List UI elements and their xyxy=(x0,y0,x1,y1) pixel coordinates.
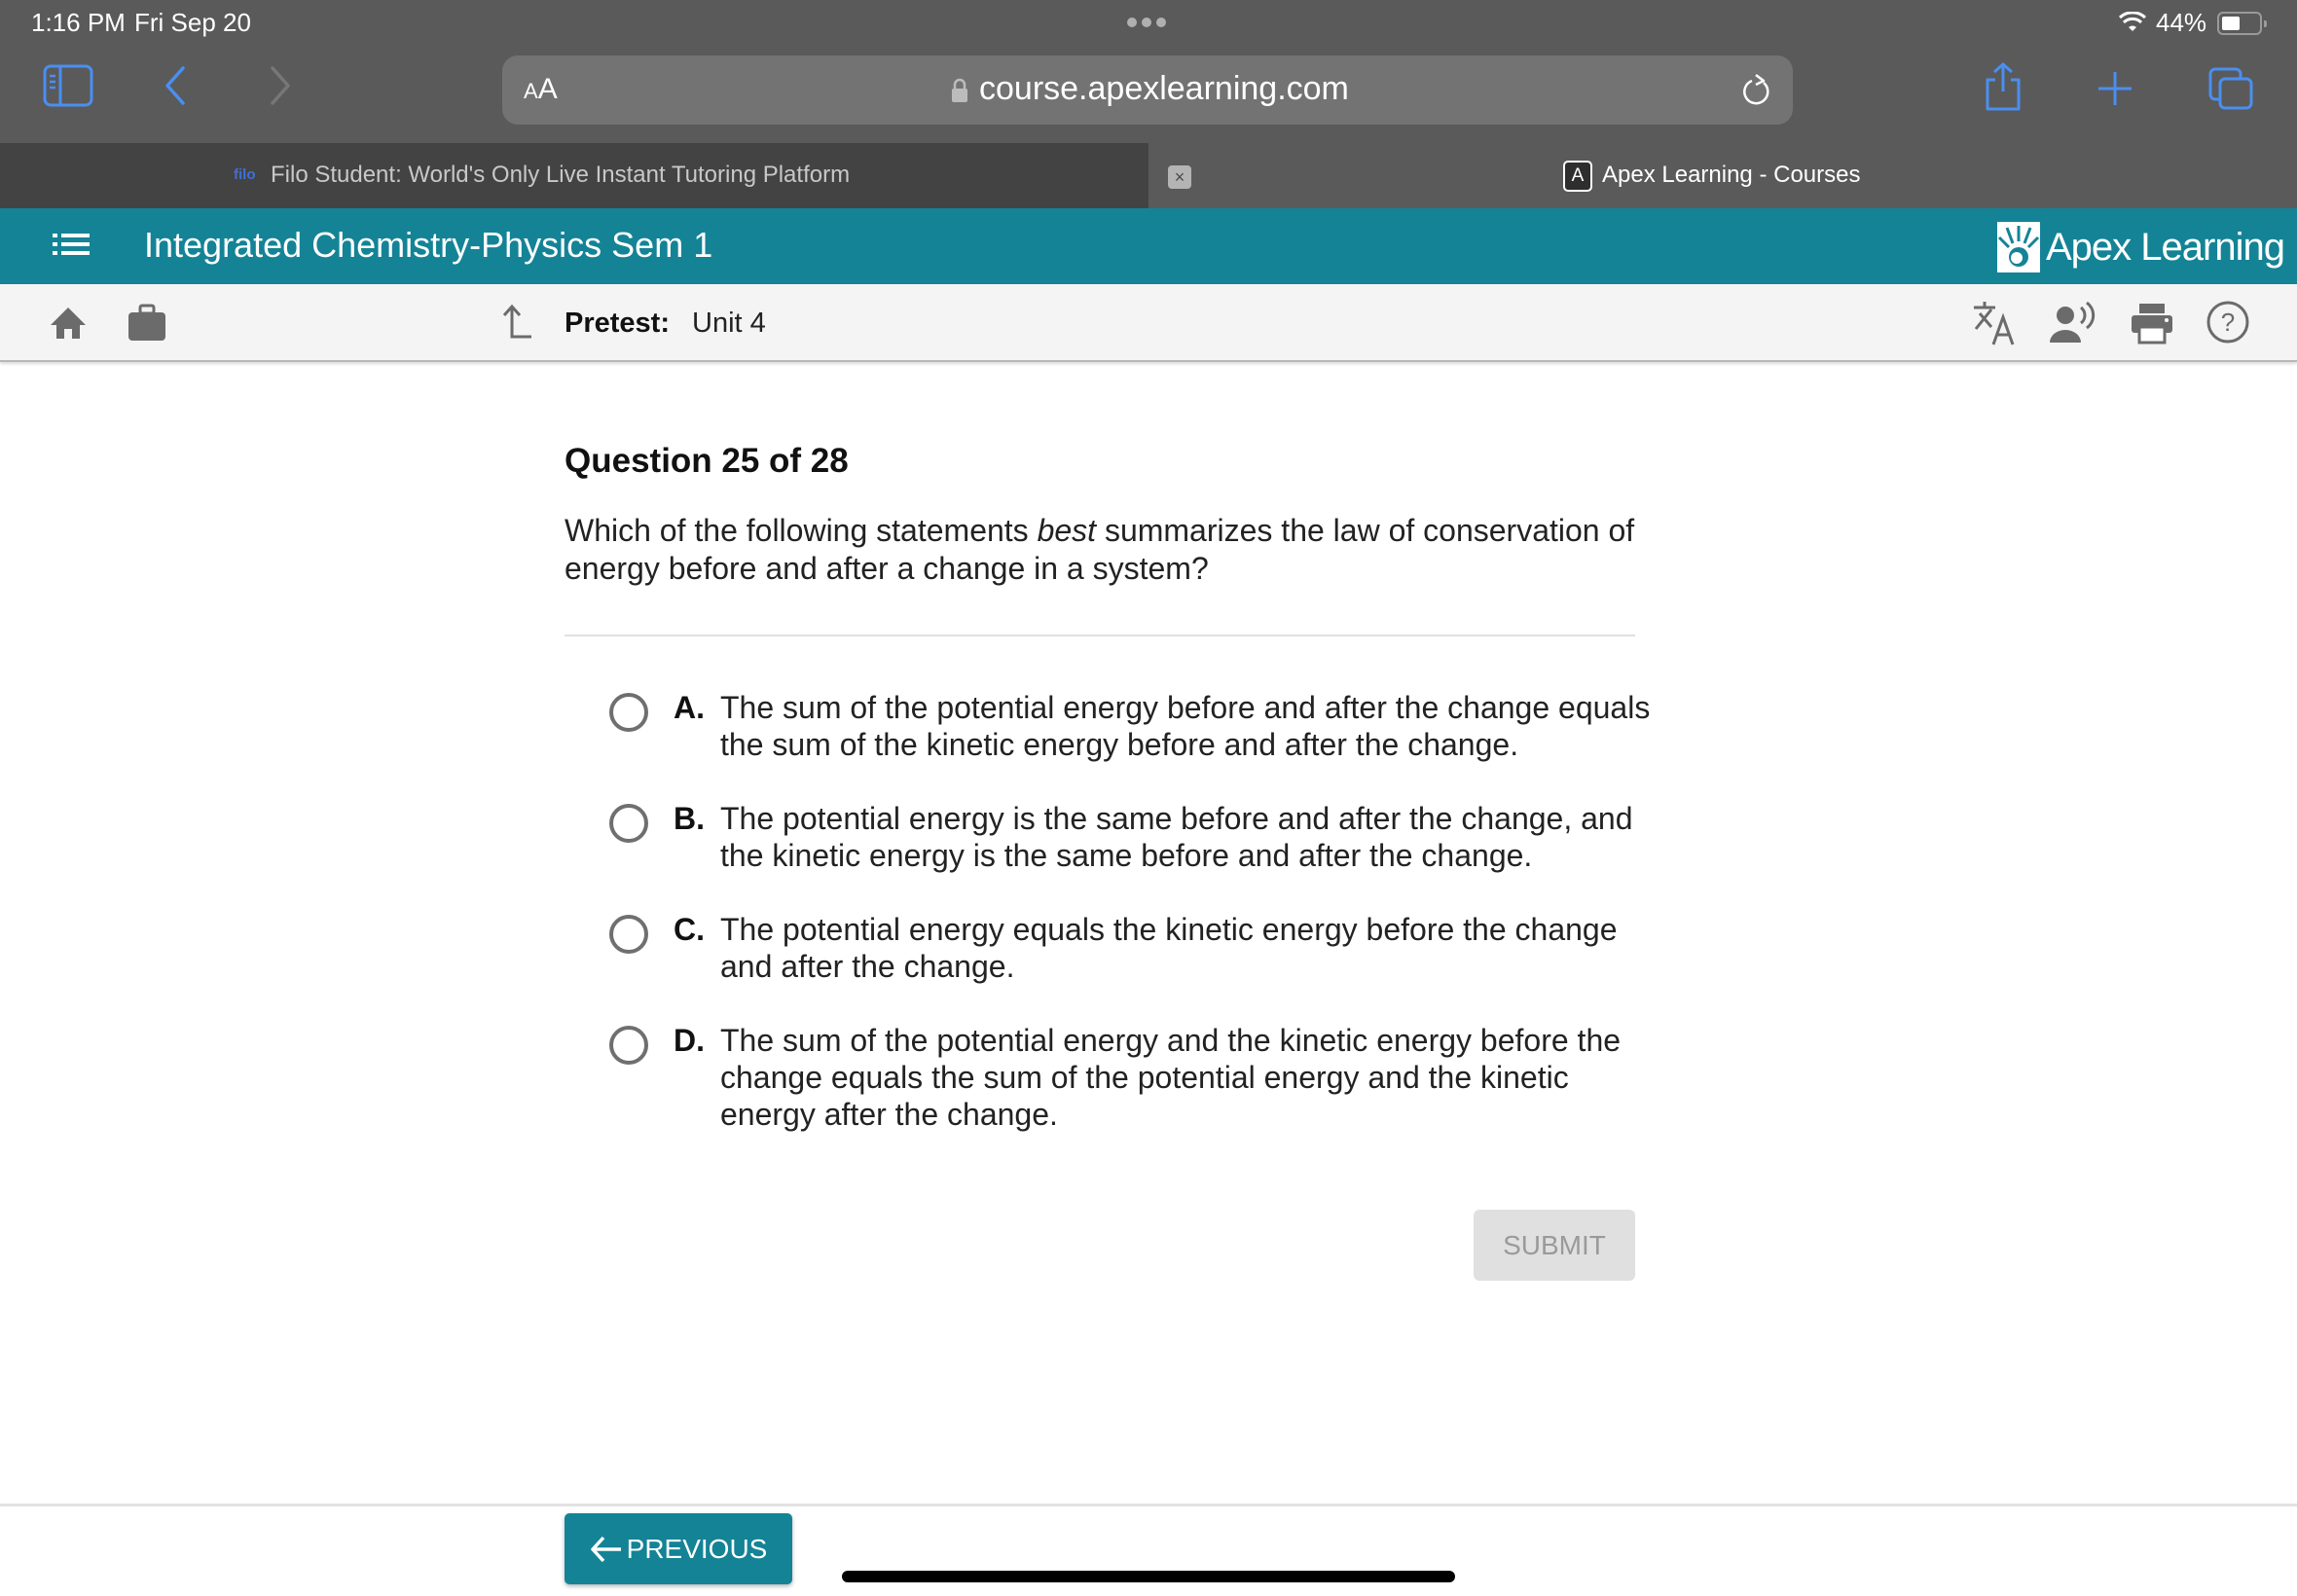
course-header: Integrated Chemistry-Physics Sem 1 Apex … xyxy=(0,208,2297,284)
lock-icon xyxy=(952,78,967,102)
home-icon[interactable] xyxy=(49,306,88,341)
option-letter: A. xyxy=(674,690,705,725)
option-text: The sum of the potential energy before a… xyxy=(720,690,1651,762)
url-text[interactable]: course.apexlearning.com xyxy=(979,70,1349,108)
battery-percent: 44% xyxy=(2156,8,2207,37)
filo-favicon-icon: filo xyxy=(234,166,256,183)
tab-title: Filo Student: World's Only Live Instant … xyxy=(271,162,851,188)
menu-list-icon[interactable] xyxy=(53,232,90,261)
briefcase-icon[interactable] xyxy=(127,304,167,343)
option-letter: C. xyxy=(674,912,705,947)
tabs-overview-icon[interactable] xyxy=(2207,66,2254,111)
previous-label: PREVIOUS xyxy=(626,1533,768,1564)
previous-button[interactable]: PREVIOUS xyxy=(565,1513,792,1584)
sidebar-icon[interactable] xyxy=(43,64,93,107)
tab-filo-student[interactable]: filo Filo Student: World's Only Live Ins… xyxy=(0,143,1148,208)
option-letter: B. xyxy=(674,801,705,836)
status-date: Fri Sep 20 xyxy=(134,8,251,37)
up-level-icon[interactable] xyxy=(500,304,533,341)
back-icon[interactable] xyxy=(164,64,189,107)
answer-option-a[interactable]: A. The sum of the potential energy befor… xyxy=(609,689,1651,763)
course-title: Integrated Chemistry-Physics Sem 1 xyxy=(144,225,713,265)
submit-button[interactable]: SUBMIT xyxy=(1474,1210,1635,1281)
option-text: The potential energy equals the kinetic … xyxy=(720,912,1618,984)
brand-name: Apex Learning xyxy=(2046,225,2285,269)
apex-learning-logo: Apex Learning xyxy=(1997,222,2285,272)
question-text: Which of the following statements best s… xyxy=(565,513,1635,586)
text-size-button[interactable]: AA xyxy=(524,73,558,106)
browser-chrome: 1:16 PM Fri Sep 20 44% AA course.apexlea… xyxy=(0,0,2297,208)
radio-button[interactable] xyxy=(609,1026,648,1065)
translate-icon[interactable] xyxy=(1970,300,2017,346)
svg-text:?: ? xyxy=(2221,308,2235,337)
apex-logo-icon xyxy=(1997,222,2040,272)
tab-title: Apex Learning - Courses xyxy=(1602,162,1861,188)
breadcrumb-value: Unit 4 xyxy=(692,308,766,339)
text-to-speech-icon[interactable] xyxy=(2048,302,2096,345)
radio-button[interactable] xyxy=(609,915,648,954)
share-icon[interactable] xyxy=(1982,60,2024,113)
activity-toolbar: Pretest: Unit 4 ? xyxy=(0,284,2297,362)
emphasis-best: best xyxy=(1037,513,1097,548)
new-tab-icon[interactable] xyxy=(2096,70,2133,107)
question-title: Question 25 of 28 xyxy=(565,442,849,480)
answer-option-c[interactable]: C. The potential energy equals the kinet… xyxy=(609,911,1651,985)
radio-button[interactable] xyxy=(609,804,648,843)
radio-button[interactable] xyxy=(609,693,648,732)
print-icon[interactable] xyxy=(2130,302,2174,345)
footer-divider xyxy=(0,1504,2297,1506)
option-letter: D. xyxy=(674,1023,705,1058)
reload-icon[interactable] xyxy=(1738,71,1773,110)
address-bar[interactable]: AA course.apexlearning.com xyxy=(502,55,1793,125)
close-tab-icon[interactable]: × xyxy=(1168,165,1191,189)
tab-apex-learning[interactable]: A Apex Learning - Courses xyxy=(1148,143,2297,208)
forward-icon[interactable] xyxy=(267,64,292,107)
multitasking-dots-icon[interactable] xyxy=(1127,18,1166,27)
breadcrumb-label: Pretest: xyxy=(565,308,670,339)
help-icon[interactable]: ? xyxy=(2206,300,2250,345)
wifi-icon xyxy=(2118,12,2147,31)
apex-favicon-icon: A xyxy=(1563,161,1592,192)
answer-option-b[interactable]: B. The potential energy is the same befo… xyxy=(609,800,1651,874)
status-time: 1:16 PM xyxy=(31,8,126,37)
divider xyxy=(565,635,1635,636)
battery-icon xyxy=(2217,12,2267,35)
arrow-left-icon xyxy=(590,1536,621,1562)
home-indicator[interactable] xyxy=(842,1571,1455,1582)
option-text: The sum of the potential energy and the … xyxy=(720,1023,1622,1132)
answer-option-d[interactable]: D. The sum of the potential energy and t… xyxy=(609,1022,1651,1133)
option-text: The potential energy is the same before … xyxy=(720,801,1633,873)
